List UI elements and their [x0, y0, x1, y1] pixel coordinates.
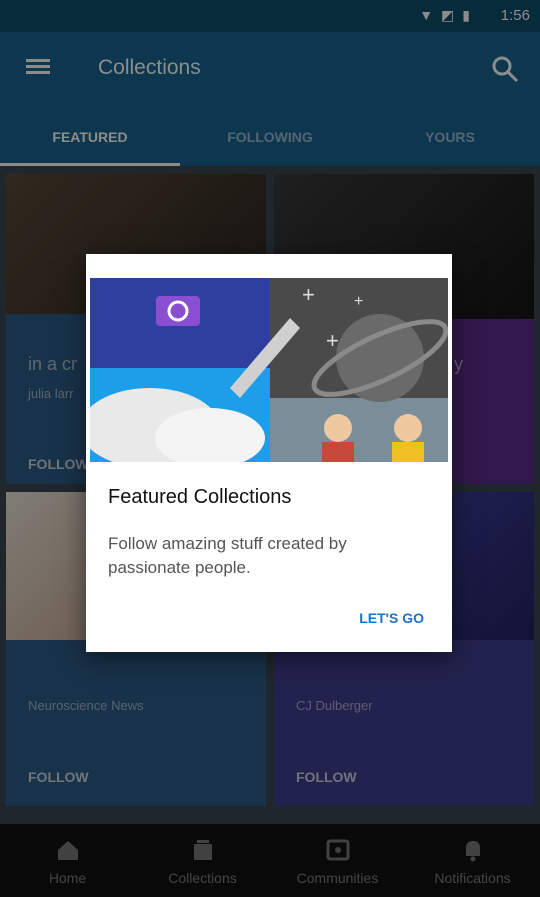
dialog-illustration: + + + — [90, 278, 448, 462]
dialog-title: Featured Collections — [108, 486, 292, 508]
dialog-message: Follow amazing stuff created by passiona… — [108, 534, 347, 577]
featured-collections-dialog: + + + Featured Collections Follow amazin… — [86, 254, 452, 652]
svg-text:+: + — [302, 282, 315, 307]
svg-text:+: + — [354, 293, 363, 310]
svg-text:+: + — [326, 328, 339, 353]
lets-go-button[interactable]: LET'S GO — [359, 610, 424, 626]
